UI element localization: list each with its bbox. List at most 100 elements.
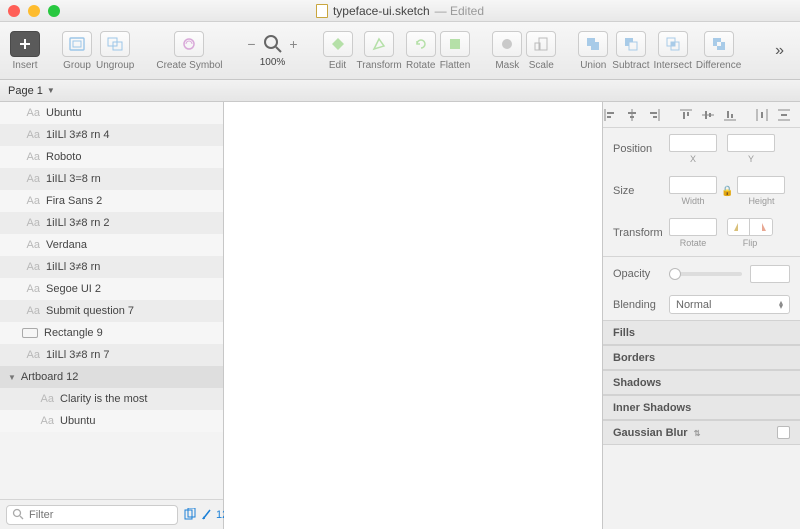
disclosure-triangle-icon[interactable]: ▼ (8, 373, 16, 382)
layer-row[interactable]: Aa1iILl 3≠8 rn (0, 256, 223, 278)
position-x-field[interactable] (669, 134, 717, 152)
layer-row[interactable]: Rectangle 9 (0, 322, 223, 344)
close-window[interactable] (8, 5, 20, 17)
layer-row[interactable]: AaVerdana (0, 234, 223, 256)
borders-label: Borders (613, 352, 655, 364)
gaussian-blur-section[interactable]: Gaussian Blur ⇅ (603, 420, 800, 445)
zoom-out-button[interactable]: − (245, 36, 259, 52)
layer-row[interactable]: AaSubmit question 7 (0, 300, 223, 322)
distribute-v-icon[interactable] (778, 109, 790, 121)
text-layer-icon: Aa (36, 415, 54, 427)
layer-label: Rectangle 9 (44, 327, 103, 339)
flip-vertical-button[interactable] (750, 219, 772, 235)
titlebar: typeface-ui.sketch — Edited (0, 0, 800, 22)
mask-button[interactable] (492, 31, 522, 57)
distribute-h-icon[interactable] (756, 109, 768, 121)
layer-label: Roboto (46, 151, 81, 163)
filter-input[interactable] (6, 505, 178, 525)
union-label: Union (580, 60, 606, 71)
insert-button[interactable] (10, 31, 40, 57)
slice-icon (201, 508, 212, 521)
layer-row[interactable]: Aa1iILl 3=8 rn (0, 168, 223, 190)
layer-row[interactable]: Aa Segoe UI 2 (0, 278, 223, 300)
fills-section[interactable]: Fills (603, 320, 800, 345)
align-bottom-icon[interactable] (724, 109, 736, 121)
page-selector[interactable]: Page 1 ▼ (0, 80, 800, 102)
opacity-field[interactable] (750, 265, 790, 283)
zoom-window[interactable] (48, 5, 60, 17)
subtract-button[interactable] (616, 31, 646, 57)
layer-row[interactable]: Aa1iILl 3≠8 rn 4 (0, 124, 223, 146)
intersect-button[interactable] (658, 31, 688, 57)
group-label: Group (63, 60, 91, 71)
gaussian-blur-label: Gaussian Blur (613, 427, 688, 439)
filter-mode-toggle[interactable]: 12 (184, 508, 228, 521)
text-layer-icon: Aa (22, 283, 40, 295)
canvas[interactable] (224, 102, 602, 529)
layer-row[interactable]: AaFira Sans 2 (0, 190, 223, 212)
layer-row[interactable]: ▼ Artboard 12 (0, 366, 223, 388)
text-layer-icon: Aa (22, 151, 40, 163)
scale-button[interactable] (526, 31, 556, 57)
select-arrows-icon: ▴▾ (779, 301, 783, 309)
toolbar-overflow[interactable]: » (769, 42, 790, 60)
transform-button[interactable] (364, 31, 394, 57)
flatten-button[interactable] (440, 31, 470, 57)
opacity-label: Opacity (613, 268, 669, 280)
edit-button[interactable] (323, 31, 353, 57)
align-top-icon[interactable] (680, 109, 692, 121)
layer-row[interactable]: Aa Roboto (0, 146, 223, 168)
text-layer-icon: Aa (22, 173, 40, 185)
shadows-section[interactable]: Shadows (603, 370, 800, 395)
position-label: Position (613, 143, 669, 155)
layers-panel: AaUbuntuAa1iILl 3≠8 rn 4AaRobotoAa1iILl … (0, 102, 224, 529)
minimize-window[interactable] (28, 5, 40, 17)
lock-aspect-icon[interactable]: 🔒 (721, 186, 733, 197)
layer-label: Segoe UI 2 (46, 283, 101, 295)
union-button[interactable] (578, 31, 608, 57)
flip-horizontal-button[interactable] (728, 219, 750, 235)
text-layer-icon: Aa (22, 129, 40, 141)
rotate-button[interactable] (406, 31, 436, 57)
inspector-panel: Position X Y Size Width 🔒 Height Transfo… (602, 102, 800, 529)
layer-row[interactable]: AaUbuntu (0, 102, 223, 124)
layer-label: Submit question 7 (46, 305, 134, 317)
align-left-icon[interactable] (604, 109, 616, 121)
borders-section[interactable]: Borders (603, 345, 800, 370)
align-right-icon[interactable] (648, 109, 660, 121)
align-vcenter-icon[interactable] (702, 109, 714, 121)
group-button[interactable] (62, 31, 92, 57)
text-layer-icon: Aa (22, 107, 40, 119)
gaussian-blur-checkbox[interactable] (777, 426, 790, 439)
layer-label: Artboard 12 (21, 371, 78, 383)
transform-label: Transform (357, 60, 402, 71)
size-label: Size (613, 185, 669, 197)
position-y-field[interactable] (727, 134, 775, 152)
blending-select[interactable]: Normal ▴▾ (669, 295, 790, 314)
text-layer-icon: Aa (22, 217, 40, 229)
inner-shadows-section[interactable]: Inner Shadows (603, 395, 800, 420)
width-field[interactable] (669, 176, 717, 194)
shadows-label: Shadows (613, 377, 661, 389)
text-layer-icon: Aa (36, 393, 54, 405)
difference-button[interactable] (704, 31, 734, 57)
zoom-in-button[interactable]: + (287, 36, 301, 52)
inner-shadows-label: Inner Shadows (613, 402, 691, 414)
ungroup-button[interactable] (100, 31, 130, 57)
rotate-field[interactable] (669, 218, 717, 236)
layer-row[interactable]: Aa1iILl 3≠8 rn 7 (0, 344, 223, 366)
pages-icon (184, 508, 197, 521)
window-controls (8, 5, 60, 17)
height-field[interactable] (737, 176, 785, 194)
layer-row[interactable]: AaClarity is the most (0, 388, 223, 410)
layer-row[interactable]: Aa1iILl 3≠8 rn 2 (0, 212, 223, 234)
sort-icon: ⇅ (692, 429, 701, 438)
text-layer-icon: Aa (22, 195, 40, 207)
layer-row[interactable]: AaUbuntu (0, 410, 223, 432)
difference-label: Difference (696, 60, 741, 71)
align-hcenter-icon[interactable] (626, 109, 638, 121)
opacity-slider[interactable] (669, 272, 742, 276)
create-symbol-button[interactable] (174, 31, 204, 57)
blending-label: Blending (613, 299, 669, 311)
zoom-icon[interactable] (263, 34, 283, 54)
